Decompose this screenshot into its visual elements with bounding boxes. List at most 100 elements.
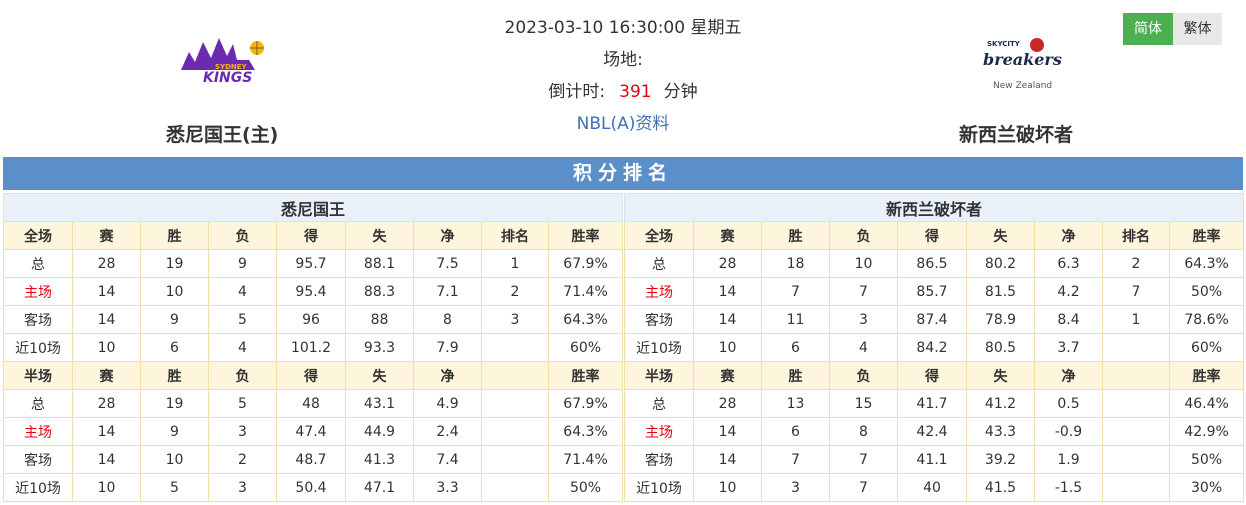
header-cell: 净 <box>413 361 482 390</box>
header-cell <box>1102 361 1170 390</box>
row-label: 总 <box>624 389 694 418</box>
table-cell: 13 <box>761 389 830 418</box>
header-cell: 胜 <box>761 361 830 390</box>
table-cell: 88.1 <box>345 249 414 278</box>
table-row: 总 28 13 15 41.7 41.2 0.5 46.4% <box>624 389 1245 418</box>
table-cell: 3 <box>208 417 277 446</box>
table-cell: 8 <box>829 417 898 446</box>
header-cell: 失 <box>345 221 414 250</box>
row-label: 客场 <box>624 305 694 334</box>
table-row: 总 28 19 5 48 43.1 4.9 67.9% <box>3 389 624 418</box>
table-cell: 19 <box>140 249 209 278</box>
table-row: 客场 14 9 5 96 88 8 3 64.3% <box>3 305 624 334</box>
row-label: 总 <box>3 389 73 418</box>
header-cell: 排名 <box>481 221 549 250</box>
table-row: 主场 14 7 7 85.7 81.5 4.2 7 50% <box>624 277 1245 306</box>
header-cell: 净 <box>1034 221 1103 250</box>
table-cell: 7 <box>829 473 898 502</box>
match-header: SYDNEY KINGS 悉尼国王(主) 2023-03-10 16:30:00… <box>0 0 1246 155</box>
table-cell: 3.3 <box>413 473 482 502</box>
header-cell: 得 <box>897 221 967 250</box>
row-label: 总 <box>3 249 73 278</box>
league-info-link[interactable]: NBL(A)资料 <box>577 114 670 134</box>
table-cell: 39.2 <box>966 445 1035 474</box>
table-cell: 7.5 <box>413 249 482 278</box>
table-cell: 2 <box>208 445 277 474</box>
table-cell: 9 <box>140 417 209 446</box>
table-cell: 5 <box>208 305 277 334</box>
table-cell: 41.7 <box>897 389 967 418</box>
full-game-header: 全场赛胜负得失净排名 胜率 <box>3 221 624 250</box>
table-cell: 7.4 <box>413 445 482 474</box>
svg-text:SKYCITY: SKYCITY <box>987 40 1021 48</box>
traditional-chinese-button[interactable]: 繁体 <box>1173 13 1222 45</box>
table-cell: 85.7 <box>897 277 967 306</box>
table-cell: 3 <box>829 305 898 334</box>
table-cell: 78.6% <box>1168 305 1245 334</box>
row-label: 主场 <box>624 417 694 446</box>
table-cell <box>1102 473 1170 502</box>
header-cell: 胜率 <box>1168 361 1245 390</box>
match-info: 2023-03-10 16:30:00 星期五 场地: 倒计时: 391 分钟 NB… <box>470 16 776 144</box>
table-cell: 80.5 <box>966 333 1035 362</box>
table-cell: 9 <box>140 305 209 334</box>
half-game-header: 半场赛胜负得失净 胜率 <box>3 361 624 390</box>
table-cell: 7 <box>761 445 830 474</box>
table-cell: 60% <box>1168 333 1245 362</box>
table-cell: 60% <box>547 333 624 362</box>
table-cell: 8.4 <box>1034 305 1103 334</box>
away-team-name[interactable]: 新西兰破坏者 <box>959 120 1073 147</box>
table-cell: 64.3% <box>1168 249 1245 278</box>
table-cell: 41.1 <box>897 445 967 474</box>
table-cell: 0.5 <box>1034 389 1103 418</box>
table-cell: 14 <box>693 417 762 446</box>
table-cell: 41.3 <box>345 445 414 474</box>
header-cell: 胜率 <box>547 221 624 250</box>
table-cell: 10 <box>829 249 898 278</box>
table-cell: 47.4 <box>276 417 346 446</box>
header-cell: 赛 <box>693 361 762 390</box>
table-cell: 7 <box>829 277 898 306</box>
table-row: 客场 14 11 3 87.4 78.9 8.4 1 78.6% <box>624 305 1245 334</box>
table-row: 主场 14 6 8 42.4 43.3 -0.9 42.9% <box>624 417 1245 446</box>
table-cell: 30% <box>1168 473 1245 502</box>
header-cell: 半场 <box>624 361 694 390</box>
table-cell <box>1102 417 1170 446</box>
table-cell: 50% <box>1168 277 1245 306</box>
table-cell: 19 <box>140 389 209 418</box>
table-cell: 28 <box>72 249 141 278</box>
header-cell: 失 <box>345 361 414 390</box>
table-cell: 6 <box>761 417 830 446</box>
table-cell <box>481 445 549 474</box>
table-cell: 28 <box>693 389 762 418</box>
table-cell: 18 <box>761 249 830 278</box>
simplified-chinese-button[interactable]: 简体 <box>1123 13 1173 45</box>
table-cell: 14 <box>72 277 141 306</box>
table-cell: 47.1 <box>345 473 414 502</box>
header-cell: 净 <box>413 221 482 250</box>
table-cell: 10 <box>693 473 762 502</box>
table-cell: 3 <box>761 473 830 502</box>
table-cell: 80.2 <box>966 249 1035 278</box>
header-cell: 半场 <box>3 361 73 390</box>
table-cell: 3.7 <box>1034 333 1103 362</box>
table-cell: 6.3 <box>1034 249 1103 278</box>
header-cell: 胜率 <box>1168 221 1245 250</box>
table-cell: 7.9 <box>413 333 482 362</box>
table-cell: 84.2 <box>897 333 967 362</box>
table-cell <box>481 389 549 418</box>
row-label: 近10场 <box>624 473 694 502</box>
table-cell: 48.7 <box>276 445 346 474</box>
home-team-name[interactable]: 悉尼国王(主) <box>166 120 278 147</box>
header-cell: 排名 <box>1102 221 1170 250</box>
table-cell: 95.4 <box>276 277 346 306</box>
sydney-kings-logo: SYDNEY KINGS <box>175 30 275 88</box>
table-cell <box>1102 445 1170 474</box>
table-cell <box>1102 389 1170 418</box>
table-cell: 2.4 <box>413 417 482 446</box>
table-cell: 2 <box>481 277 549 306</box>
table-cell: 41.5 <box>966 473 1035 502</box>
table-cell <box>481 473 549 502</box>
full-game-header: 全场赛胜负得失净排名 胜率 <box>624 221 1245 250</box>
table-cell: 10 <box>72 473 141 502</box>
